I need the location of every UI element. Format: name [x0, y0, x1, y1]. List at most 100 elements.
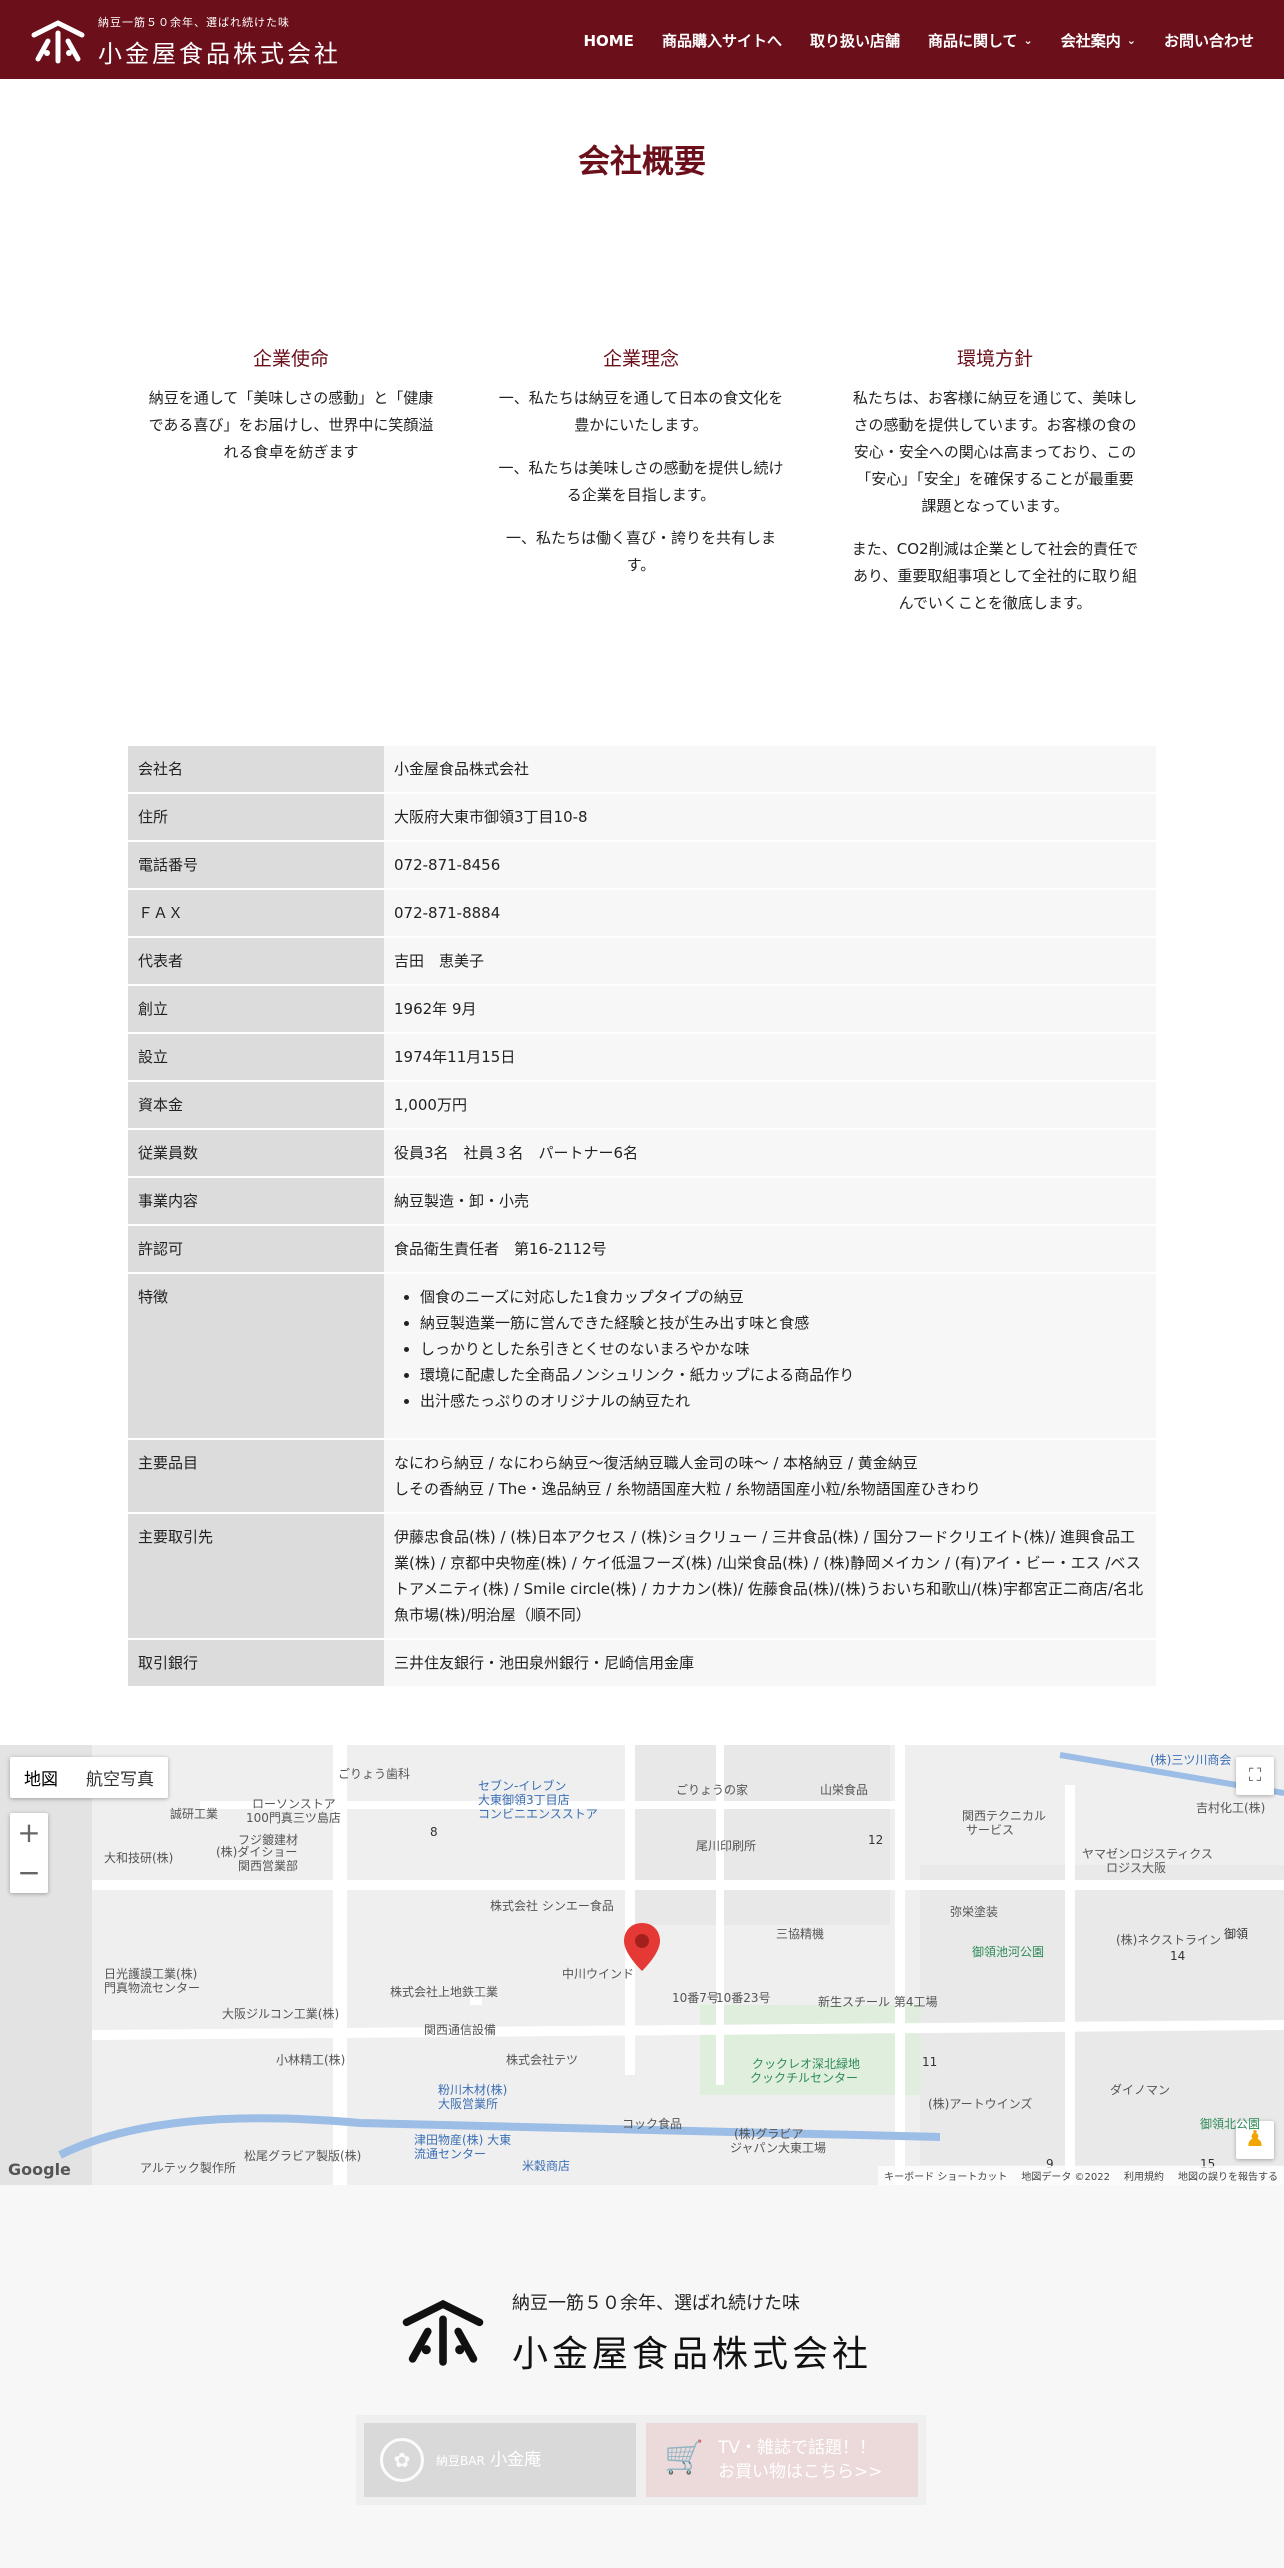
map-label: ごりょうの家 [676, 1783, 749, 1797]
row-key: 電話番号 [128, 841, 384, 890]
row-key: 特徴 [128, 1273, 384, 1440]
footer-logo[interactable]: 納豆一筋５０余年、選ばれ続けた味 小金屋食品株式会社 [398, 2289, 872, 2377]
table-row: 許認可 食品衛生責任者 第16-2112号 [128, 1225, 1156, 1274]
map-label: 大阪ジルコン工業(株) [222, 2007, 340, 2021]
table-row: ＦＡＸ 072-871-8884 [128, 889, 1156, 938]
zoom-out-button[interactable]: − [10, 1853, 48, 1893]
map-label: 11 [922, 2055, 938, 2069]
map-label: 御領 [1224, 1927, 1249, 1941]
google-map[interactable]: 地図 航空写真 + − ⛶ ♟ セブン-イレブン 大東御領3丁目店 コンビニエンスス… [0, 1745, 1284, 2185]
map-label: (株)ネクストライン [1116, 1933, 1222, 1947]
row-key: 代表者 [128, 937, 384, 986]
tab-satellite[interactable]: 航空写真 [72, 1757, 168, 1798]
nav-shop[interactable]: 商品購入サイトへ [662, 30, 782, 51]
philosophy-column: 企業理念 一、私たちは納豆を通して日本の食文化を豊かにいたします。 一、私たちは… [496, 344, 786, 595]
row-value: 1,000万円 [384, 1081, 1156, 1130]
row-key: 設立 [128, 1033, 384, 1082]
map-label: 株式会社上地鉄工業 [390, 1985, 499, 1999]
table-row: 資本金 1,000万円 [128, 1081, 1156, 1130]
map-label: 山栄食品 [820, 1783, 869, 1797]
map-label: 松尾グラビア製版(株) [244, 2149, 362, 2163]
map-label: 関西通信設備 [424, 2023, 497, 2037]
row-value: 1974年11月15日 [384, 1033, 1156, 1082]
map-label: 100門真三ツ島店 [246, 1811, 341, 1825]
table-row: 会社名 小金屋食品株式会社 [128, 746, 1156, 794]
map-label: 関西営業部 [238, 1859, 299, 1873]
natto-bar-small: 納豆BAR [436, 2453, 485, 2468]
table-row: 主要取引先 伊藤忠食品(株) / (株)日本アクセス / (株)ショクリュー / … [128, 1513, 1156, 1640]
map-label: ダイノマン [1110, 2083, 1171, 2097]
header-logo[interactable]: 納豆一筋５０余年、選ばれ続けた味 小金屋食品株式会社 [30, 14, 341, 69]
nav-products[interactable]: 商品に関して ⌄ [928, 30, 1033, 51]
nav-stores[interactable]: 取り扱い店舗 [810, 30, 900, 51]
keyboard-shortcuts-link[interactable]: キーボード ショートカット [884, 2168, 1007, 2183]
nav-home[interactable]: HOME [583, 30, 633, 51]
map-label: アルテック製作所 [140, 2161, 236, 2175]
table-row: 創立 1962年 9月 [128, 985, 1156, 1034]
products-cell: なにわら納豆 / なにわら納豆～復活納豆職人金司の味～ / 本格納豆 / 黄金納… [384, 1439, 1156, 1514]
map-label: (株)三ツ川商会 [1150, 1753, 1232, 1767]
tab-map[interactable]: 地図 [10, 1757, 72, 1798]
table-row: 特徴 個食のニーズに対応した1食カップタイプの納豆 納豆製造業一筋に営んできた経… [128, 1273, 1156, 1440]
philosophy-title: 企業理念 [602, 348, 679, 370]
map-label: 誠研工業 [170, 1807, 219, 1821]
row-value: 伊藤忠食品(株) / (株)日本アクセス / (株)ショクリュー / 三井食品(… [384, 1513, 1156, 1640]
row-value: 食品衛生責任者 第16-2112号 [384, 1225, 1156, 1274]
list-item: 出汁感たっぷりのオリジナルの納豆たれ [420, 1388, 1146, 1414]
map-label: ロジス大阪 [1106, 1861, 1167, 1875]
natto-bar-icon: ✿ [380, 2438, 424, 2482]
logo-mark-icon [402, 2299, 484, 2366]
nav-home-label: HOME [583, 31, 634, 50]
map-label: 小林精工(株) [276, 2053, 346, 2067]
nav-contact-label: お問い合わせ [1163, 32, 1254, 50]
mission-text: 納豆を通して「美味しさの感動」と「健康である喜び」をお届けし、世界中に笑顔溢れる… [148, 389, 434, 461]
report-error-link[interactable]: 地図の誤りを報告する [1178, 2168, 1278, 2183]
row-key: 主要取引先 [128, 1513, 384, 1640]
list-item: 環境に配慮した全商品ノンシュリンク・紙カップによる商品作り [420, 1362, 1146, 1388]
mission-title: 企業使命 [252, 348, 329, 370]
row-value: 1962年 9月 [384, 985, 1156, 1034]
google-logo: Google [8, 2160, 71, 2179]
table-row: 事業内容 納豆製造・卸・小売 [128, 1177, 1156, 1226]
header-tagline: 納豆一筋５０余年、選ばれ続けた味 [98, 16, 290, 29]
shop-banner-line1: TV・雑誌で話題！！ [718, 2438, 877, 2458]
row-key: 許認可 [128, 1225, 384, 1274]
features-list: 個食のニーズに対応した1食カップタイプの納豆 納豆製造業一筋に営んできた経験と技… [394, 1284, 1146, 1414]
mission-column: 企業使命 納豆を通して「美味しさの感動」と「健康である喜び」をお届けし、世界中に… [146, 344, 436, 482]
zoom-in-button[interactable]: + [10, 1813, 48, 1853]
nav-contact[interactable]: お問い合わせ [1164, 30, 1254, 51]
philosophy-text-3: 一、私たちは働く喜び・誇りを共有します。 [505, 529, 776, 574]
table-row: 取引銀行 三井住友銀行・池田泉州銀行・尼崎信用金庫 [128, 1639, 1156, 1688]
row-key: 従業員数 [128, 1129, 384, 1178]
list-item: 個食のニーズに対応した1食カップタイプの納豆 [420, 1284, 1146, 1310]
shop-banner[interactable]: 🛒 TV・雑誌で話題！！ お買い物はこちら>> [646, 2423, 918, 2497]
row-value: 三井住友銀行・池田泉州銀行・尼崎信用金庫 [384, 1639, 1156, 1688]
page-title: 会社概要 [577, 142, 706, 180]
map-label: 10番7号 [672, 1991, 719, 2005]
nav-company[interactable]: 会社案内 ⌄ [1061, 30, 1136, 51]
list-item: しっかりとした糸引きとくせのないまろやかな味 [420, 1336, 1146, 1362]
header-company-name: 小金屋食品株式会社 [98, 40, 341, 68]
philosophy-text-2: 一、私たちは美味しさの感動を提供し続ける企業を目指します。 [498, 459, 784, 504]
map-label: 御領北公園 [1200, 2117, 1261, 2131]
row-value: 役員3名 社員３名 パートナー6名 [384, 1129, 1156, 1178]
map-label: 吉村化工(株) [1196, 1801, 1266, 1815]
fullscreen-icon[interactable]: ⛶ [1236, 1757, 1274, 1795]
natto-bar-banner[interactable]: ✿ 納豆BAR 小金庵 [364, 2423, 636, 2497]
row-key: 主要品目 [128, 1439, 384, 1514]
row-value: 大阪府大東市御領3丁目10-8 [384, 793, 1156, 842]
products-line-2: しその香納豆 / The・逸品納豆 / 糸物語国産大粒 / 糸物語国産小粒/糸物… [394, 1480, 981, 1498]
terms-link[interactable]: 利用規約 [1124, 2168, 1164, 2183]
natto-bar-name: 小金庵 [490, 2449, 542, 2470]
map-label: ごりょう歯科 [338, 1767, 411, 1781]
environment-title: 環境方針 [956, 348, 1033, 370]
table-row: 代表者 吉田 恵美子 [128, 937, 1156, 986]
table-row: 電話番号 072-871-8456 [128, 841, 1156, 890]
map-type-tabs: 地図 航空写真 [10, 1757, 168, 1798]
philosophy-text-1: 一、私たちは納豆を通して日本の食文化を豊かにいたします。 [498, 389, 784, 434]
map-label: 14 [1170, 1949, 1186, 1963]
zoom-controls: + − [10, 1813, 48, 1893]
map-label: サービス [966, 1823, 1015, 1837]
nav-company-label: 会社案内 [1060, 32, 1121, 50]
row-key: 会社名 [128, 746, 384, 794]
